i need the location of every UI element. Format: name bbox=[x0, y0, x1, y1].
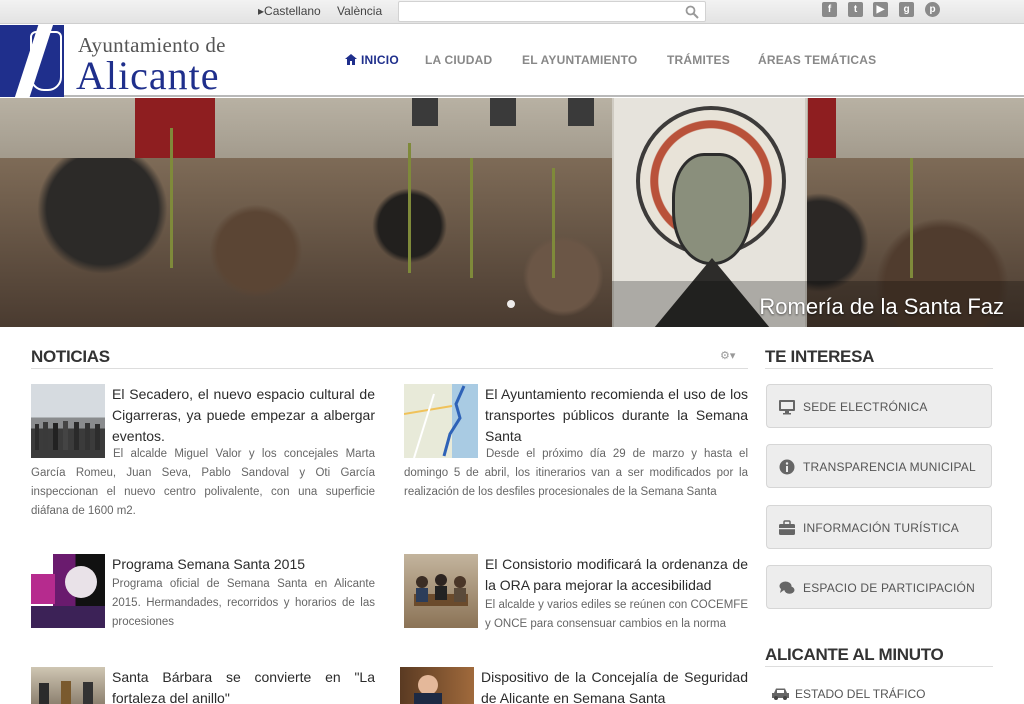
hero-palm bbox=[408, 143, 411, 273]
facebook-icon[interactable]: f bbox=[822, 2, 837, 17]
news-item-title[interactable]: Santa Bárbara se convierte en "La fortal… bbox=[112, 667, 375, 704]
minute-divider bbox=[765, 666, 993, 667]
news-people-thumbnail bbox=[39, 681, 93, 704]
logo-text-main[interactable]: Alicante bbox=[76, 52, 220, 99]
news-thumbnail[interactable] bbox=[31, 554, 105, 628]
informacion-turistica-label: INFORMACIÓN TURÍSTICA bbox=[803, 521, 959, 535]
news-thumbnail[interactable] bbox=[400, 667, 474, 704]
news-thumbnail[interactable] bbox=[404, 554, 478, 628]
news-thumbnail[interactable] bbox=[31, 667, 105, 704]
language-castellano-link[interactable]: ▸Castellano bbox=[258, 4, 321, 18]
hero-window bbox=[568, 98, 594, 126]
news-item-body: Desde el próximo día 29 de marzo y hasta… bbox=[404, 448, 748, 498]
language-valencia-link[interactable]: València bbox=[337, 4, 382, 18]
hero-palm bbox=[910, 158, 913, 278]
nav-item-areas-tematicas[interactable]: ÁREAS TEMÁTICAS bbox=[758, 53, 876, 67]
news-item-body: El alcalde y varios ediles se reúnen con… bbox=[485, 599, 748, 630]
news-item-title[interactable]: El Consistorio modificará la ordenanza d… bbox=[485, 554, 748, 596]
gear-icon[interactable]: ⚙▾ bbox=[720, 349, 740, 362]
hero-slider[interactable]: Romería de la Santa Faz bbox=[0, 98, 1024, 327]
info-icon bbox=[779, 459, 795, 475]
search-input[interactable] bbox=[399, 2, 679, 21]
news-item-title[interactable]: El Secadero, el nuevo espacio cultural d… bbox=[112, 384, 375, 447]
city-shield-logo[interactable] bbox=[0, 25, 64, 97]
sede-electronica-label: SEDE ELECTRÓNICA bbox=[803, 400, 928, 414]
news-item-title[interactable]: Dispositivo de la Concejalía de Segurida… bbox=[481, 667, 748, 704]
news-portrait-thumbnail bbox=[414, 675, 442, 704]
nav-item-inicio-label: INICIO bbox=[361, 53, 399, 67]
espacio-participacion-label: ESPACIO DE PARTICIPACIÓN bbox=[803, 581, 975, 595]
googleplus-icon[interactable]: g bbox=[899, 2, 914, 17]
mosaic-face bbox=[672, 153, 752, 265]
news-poster-thumbnail bbox=[31, 566, 105, 628]
hero-red-door bbox=[135, 98, 215, 160]
twitter-icon[interactable]: t bbox=[848, 2, 863, 17]
site-header: Ayuntamiento de Alicante INICIO LA CIUDA… bbox=[0, 25, 1024, 99]
search-icon[interactable] bbox=[685, 5, 699, 19]
nav-item-el-ayuntamiento[interactable]: EL AYUNTAMIENTO bbox=[522, 53, 637, 67]
briefcase-icon bbox=[779, 520, 795, 535]
news-item-body: Programa oficial de Semana Santa en Alic… bbox=[112, 578, 375, 628]
nav-item-tramites[interactable]: TRÁMITES bbox=[667, 53, 730, 67]
hero-palm bbox=[170, 128, 173, 268]
chat-icon bbox=[779, 581, 795, 594]
language-castellano-label: Castellano bbox=[264, 4, 321, 18]
pinterest-icon[interactable]: p bbox=[925, 2, 940, 17]
espacio-participacion-button[interactable]: ESPACIO DE PARTICIPACIÓN bbox=[766, 565, 992, 609]
transparencia-municipal-label: TRANSPARENCIA MUNICIPAL bbox=[803, 460, 976, 474]
alicante-al-minuto-title: ALICANTE AL MINUTO bbox=[765, 645, 944, 664]
transparencia-municipal-button[interactable]: TRANSPARENCIA MUNICIPAL bbox=[766, 444, 992, 488]
nav-item-inicio[interactable]: INICIO bbox=[345, 53, 399, 67]
hero-window bbox=[490, 98, 516, 126]
nav-item-la-ciudad[interactable]: LA CIUDAD bbox=[425, 53, 492, 67]
news-item-title[interactable]: El Ayuntamiento recomienda el uso de los… bbox=[485, 384, 748, 447]
news-section-title: NOTICIAS bbox=[31, 347, 110, 366]
youtube-icon[interactable]: ▶ bbox=[873, 2, 888, 17]
sede-electronica-button[interactable]: SEDE ELECTRÓNICA bbox=[766, 384, 992, 428]
shield-crest bbox=[30, 31, 62, 91]
search-box bbox=[398, 1, 706, 22]
hero-caption[interactable]: Romería de la Santa Faz bbox=[759, 294, 1004, 320]
hero-palm bbox=[552, 168, 555, 278]
top-utility-bar: ▸Castellano València f t ▶ g p bbox=[0, 0, 1024, 24]
home-icon bbox=[345, 54, 357, 65]
news-item-title[interactable]: Programa Semana Santa 2015 bbox=[112, 554, 375, 575]
informacion-turistica-button[interactable]: INFORMACIÓN TURÍSTICA bbox=[766, 505, 992, 549]
news-item-body: El alcalde Miguel Valor y los concejales… bbox=[31, 448, 375, 517]
hero-red-door-right bbox=[808, 98, 836, 160]
hero-window bbox=[412, 98, 438, 126]
news-meeting-thumbnail bbox=[414, 574, 468, 606]
interest-section-title: TE INTERESA bbox=[765, 347, 875, 366]
car-icon bbox=[772, 688, 789, 700]
interest-divider bbox=[765, 368, 993, 369]
hero-palm bbox=[470, 158, 473, 278]
monitor-icon bbox=[779, 400, 795, 415]
news-divider bbox=[31, 368, 748, 369]
slider-dot[interactable] bbox=[507, 300, 515, 308]
estado-trafico-label: ESTADO DEL TRÁFICO bbox=[795, 687, 926, 701]
estado-trafico-link[interactable]: ESTADO DEL TRÁFICO bbox=[772, 687, 925, 701]
